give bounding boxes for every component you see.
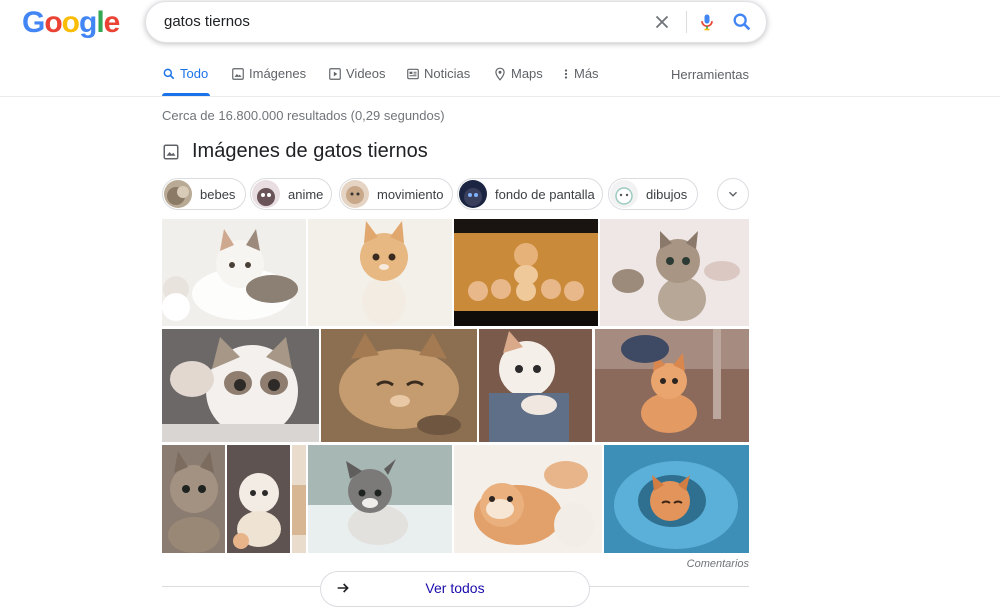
logo-letter: l [96,6,104,39]
tab-label: Maps [511,66,543,81]
chip-thumbnail [252,180,280,208]
divider [686,11,687,33]
tab-label: Todo [180,66,209,81]
search-icon [163,68,175,80]
search-box[interactable]: gatos tiernos [145,1,767,43]
close-icon[interactable] [651,11,673,33]
tab-todo[interactable]: Todo [162,66,210,96]
search-input[interactable]: gatos tiernos [164,13,250,30]
logo-letter: o [44,6,62,39]
chips-expand-button[interactable] [717,178,749,210]
chip-thumbnail [610,180,638,208]
tab-mas[interactable]: Más [562,66,599,96]
chip-label: dibujos [646,186,688,202]
tab-label: Imágenes [249,66,307,81]
view-all-label: Ver todos [425,580,485,596]
image-result[interactable] [479,329,592,442]
tab-noticias[interactable]: Noticias [406,66,470,96]
more-vert-icon [564,69,568,79]
images-section-title[interactable]: Imágenes de gatos tiernos [192,140,428,163]
image-result[interactable] [162,219,306,326]
image-result[interactable] [321,329,477,442]
divider [0,96,1000,97]
news-icon [407,68,419,80]
image-result[interactable] [227,445,290,553]
logo-letter: e [103,6,121,39]
tab-maps[interactable]: Maps [493,66,543,96]
logo-letter: G [22,6,45,39]
logo-letter: g [79,6,97,39]
image-icon [163,144,179,159]
chip-label: anime [288,186,324,202]
result-stats: Cerca de 16.800.000 resultados (0,29 seg… [162,108,445,123]
images-section-header[interactable]: Imágenes de gatos tiernos [162,140,428,163]
chip-thumbnail [164,180,192,208]
feedback-link[interactable]: Comentarios [687,558,749,570]
image-result[interactable] [600,219,749,326]
image-result[interactable] [604,445,749,553]
tab-imagenes[interactable]: Imágenes [231,66,306,96]
chip-thumbnail [459,180,487,208]
image-result[interactable] [308,445,452,553]
chevron-down-icon [729,191,737,197]
chip-bebes[interactable]: bebes [162,178,246,210]
view-all-button[interactable]: Ver todos [320,571,590,607]
image-result[interactable] [454,445,602,553]
chip-fondo-de-pantalla[interactable]: fondo de pantalla [457,178,603,210]
logo-letter: o [61,6,80,39]
tab-label: Noticias [424,66,471,81]
image-result[interactable] [595,329,749,442]
chip-thumbnail [341,180,369,208]
image-result[interactable] [162,329,319,442]
microphone-icon[interactable] [697,11,717,33]
tools-button[interactable]: Herramientas [671,67,749,82]
search-icon[interactable] [731,11,753,33]
tab-label: Videos [346,66,386,81]
video-icon [329,68,341,80]
image-result[interactable] [308,219,452,326]
chip-anime[interactable]: anime [250,178,332,210]
image-result[interactable] [454,219,598,326]
google-logo[interactable]: Google [22,6,121,40]
image-result[interactable] [292,445,306,553]
tab-videos[interactable]: Videos [328,66,386,96]
image-icon [232,68,244,80]
chip-label: bebes [200,186,236,202]
image-result[interactable] [162,445,225,553]
chip-dibujos[interactable]: dibujos [608,178,698,210]
chip-label: movimiento [377,186,444,202]
tab-label: Más [574,66,599,81]
map-pin-icon [495,67,505,81]
chip-label: fondo de pantalla [495,186,595,202]
chip-movimiento[interactable]: movimiento [339,178,453,210]
